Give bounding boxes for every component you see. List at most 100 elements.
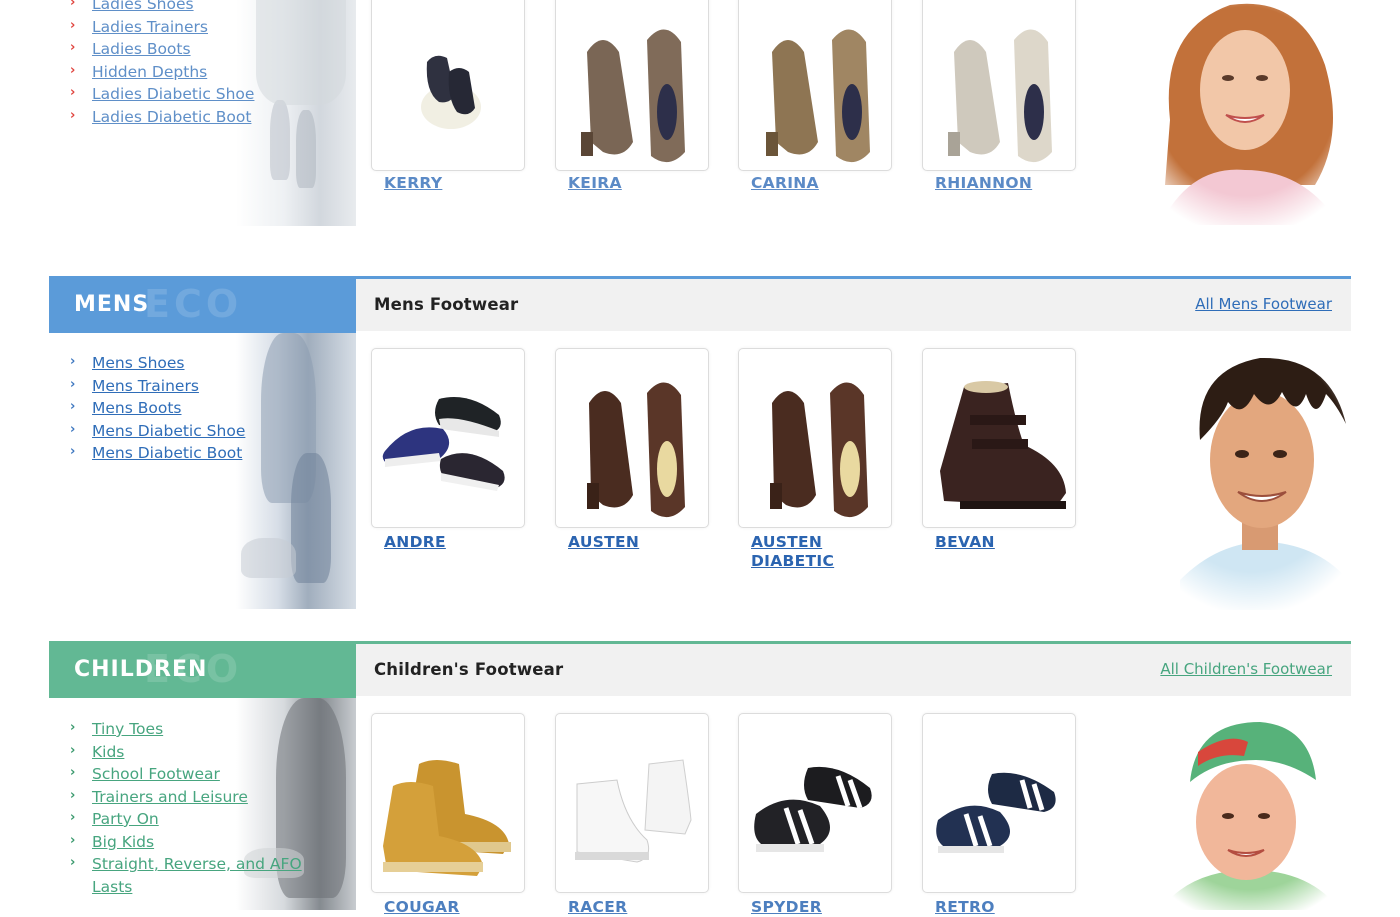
product-link-keira[interactable]: KEIRA [568,174,718,193]
chevron-right-icon: › [70,855,76,870]
chevron-right-icon: › [70,810,76,825]
list-item: › Party On [70,808,330,831]
mens-category-list: › Mens Shoes › Mens Trainers › Mens Boots ›… [70,352,245,465]
product-card-retro[interactable] [922,713,1076,893]
product-link-racer[interactable]: RACER [568,898,718,917]
product-card-rhiannon[interactable] [922,0,1076,171]
shoe-image [383,760,511,876]
section-title: CHILDREN [74,657,208,682]
list-item: › Straight, Reverse, and AFO Lasts [70,853,330,898]
product-link-retro[interactable]: RETRO [935,898,1085,917]
product-card-kerry[interactable] [371,0,525,171]
product-card-bevan[interactable] [922,348,1076,528]
shoe-image [936,772,1056,853]
chevron-right-icon: › [70,399,76,414]
chevron-right-icon: › [70,107,76,123]
category-link-mens-diabetic-shoe[interactable]: Mens Diabetic Shoe [92,422,245,440]
product-card-spyder[interactable] [738,713,892,893]
shoe-image [766,29,870,163]
product-card-andre[interactable] [371,348,525,528]
product-card-racer[interactable] [555,713,709,893]
chevron-right-icon: › [70,720,76,735]
list-item: › Ladies Boots [70,38,254,61]
category-link-ladies-trainers[interactable]: Ladies Trainers [92,18,208,36]
list-item: › Tiny Toes [70,718,330,741]
list-item: › Trainers and Leisure [70,786,330,809]
category-link-mens-shoes[interactable]: Mens Shoes [92,354,185,372]
bar-title: Mens Footwear [374,295,519,314]
product-link-andre[interactable]: ANDRE [384,533,534,552]
chevron-right-icon: › [70,765,76,780]
chevron-right-icon: › [70,742,76,758]
product-card-austen-diabetic[interactable] [738,348,892,528]
product-link-rhiannon[interactable]: RHIANNON [935,174,1085,193]
list-item: › Mens Trainers [70,375,245,398]
category-link-mens-diabetic-boot[interactable]: Mens Diabetic Boot [92,444,242,462]
category-link-ladies-diabetic-shoe[interactable]: Ladies Diabetic Shoe [92,85,254,103]
chevron-right-icon: › [70,62,76,78]
list-item: › Ladies Diabetic Shoe [70,83,254,106]
category-link-mens-trainers[interactable]: Mens Trainers [92,377,199,395]
product-card-cougar[interactable] [371,713,525,893]
list-item: › Big Kids [70,831,330,854]
product-card-austen[interactable] [555,348,709,528]
list-item: › Mens Boots [70,397,245,420]
category-link-ladies-boots[interactable]: Ladies Boots [92,40,191,58]
list-item: › School Footwear [70,763,330,786]
shoe-image [587,382,685,518]
list-item: › Ladies Diabetic Boot [70,106,254,129]
product-card-keira[interactable] [555,0,709,171]
section-title: MENS [74,292,150,317]
category-link-party-on[interactable]: Party On [92,810,159,828]
list-item: › Ladies Trainers [70,16,254,39]
chevron-right-icon: › [70,421,76,437]
list-item: › Kids [70,741,330,764]
children-category-list: › Tiny Toes › Kids › School Footwear › Train… [70,718,330,898]
category-link-kids[interactable]: Kids [92,743,124,761]
category-link-school-footwear[interactable]: School Footwear [92,765,220,783]
product-link-bevan[interactable]: BEVAN [935,533,1085,552]
mens-footwear-bar: Mens Footwear All Mens Footwear [356,276,1351,331]
shoe-image [754,766,872,852]
all-childrens-footwear-link[interactable]: All Children's Footwear [1160,660,1332,678]
chevron-right-icon: › [70,444,76,459]
children-section-heading: ECO CHILDREN [49,641,356,698]
category-link-big-kids[interactable]: Big Kids [92,833,154,851]
bar-title: Children's Footwear [374,660,564,679]
shoe-image [948,29,1052,163]
product-card-carina[interactable] [738,0,892,171]
category-link-straight-reverse-afo-lasts[interactable]: Straight, Reverse, and AFO Lasts [92,855,302,896]
all-mens-footwear-link[interactable]: All Mens Footwear [1195,295,1332,313]
chevron-right-icon: › [70,354,76,369]
chevron-right-icon: › [70,40,76,55]
mens-section-heading: ECO MENS [49,276,356,333]
man-portrait-image [1130,350,1352,610]
mens-sidebar-photo [236,333,356,609]
product-link-austen-diabetic[interactable]: AUSTEN DIABETIC [751,533,851,571]
childrens-footwear-bar: Children's Footwear All Children's Footw… [356,641,1351,696]
chevron-right-icon: › [70,787,76,803]
ladies-category-list: › Ladies Shoes › Ladies Trainers › Ladies B… [70,0,254,128]
category-link-ladies-diabetic-boot[interactable]: Ladies Diabetic Boot [92,108,251,126]
chevron-right-icon: › [70,0,76,10]
category-link-tiny-toes[interactable]: Tiny Toes [92,720,163,738]
product-link-spyder[interactable]: SPYDER [751,898,901,917]
product-link-austen[interactable]: AUSTEN [568,533,718,552]
category-link-ladies-shoes[interactable]: Ladies Shoes [92,0,194,13]
product-link-cougar[interactable]: COUGAR [384,898,534,917]
shoe-image [382,397,505,491]
shoe-image [940,381,1066,509]
category-link-hidden-depths[interactable]: Hidden Depths [92,63,207,81]
product-link-carina[interactable]: CARINA [751,174,901,193]
shoe-image [575,759,692,863]
category-link-trainers-and-leisure[interactable]: Trainers and Leisure [92,788,248,806]
product-link-kerry[interactable]: KERRY [384,174,534,193]
chevron-right-icon: › [70,376,76,392]
list-item: › Ladies Shoes [70,0,254,16]
list-item: › Hidden Depths [70,61,254,84]
chevron-right-icon: › [70,85,76,100]
boy-portrait-image [1150,712,1350,910]
category-link-mens-boots[interactable]: Mens Boots [92,399,182,417]
chevron-right-icon: › [70,17,76,33]
list-item: › Mens Shoes [70,352,245,375]
